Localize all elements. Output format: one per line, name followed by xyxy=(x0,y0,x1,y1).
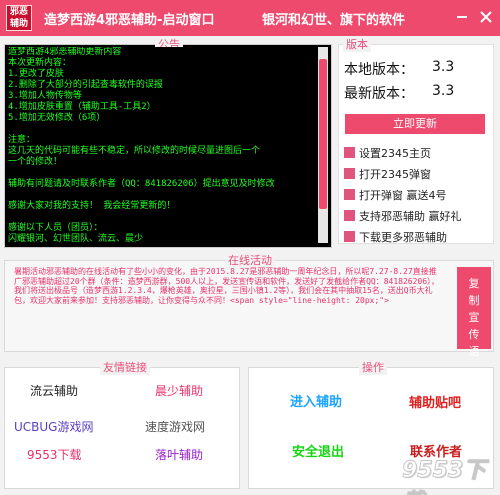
notice-line xyxy=(8,212,328,223)
copy-slogan-label: 复制宣传语 xyxy=(468,277,480,358)
copy-slogan-button[interactable]: 复制宣传语 xyxy=(457,267,491,358)
notice-line: 辅助有问题请及时联系作者（QQ：841826206）提出意见及时修改 xyxy=(8,179,275,189)
pink-square-icon xyxy=(344,210,355,221)
notice-line: 4.增加皮肤重置（辅助工具-工具2） xyxy=(8,102,156,112)
notice-line: 3.增加人物传物等 xyxy=(8,91,82,101)
link-download-more[interactable]: 下载更多邪恶辅助 xyxy=(344,229,447,245)
notice-line: 闪耀银河、幻世团队、流云、晨少 xyxy=(8,234,144,243)
notice-line xyxy=(8,190,328,201)
notice-line: 造梦西游4邪恶辅助更新内容 xyxy=(8,47,122,57)
friend-link-9553[interactable]: 9553下载 xyxy=(27,446,82,463)
local-version-label: 本地版本： xyxy=(344,62,414,78)
pink-square-icon xyxy=(344,189,355,200)
scrollbar-thumb[interactable] xyxy=(319,59,327,209)
notice-line xyxy=(8,124,328,135)
notice-line: 5.增加无效修改（6项） xyxy=(8,113,106,123)
operations-legend: 操作 xyxy=(359,359,387,375)
notice-line: 一个的修改！ xyxy=(8,157,63,167)
friend-link-luoye[interactable]: 落叶辅助 xyxy=(155,446,203,463)
friend-link-chenshao[interactable]: 晨少辅助 xyxy=(155,382,203,399)
notice-line: 感谢以下人员（团员）： xyxy=(8,223,103,233)
window-subtitle: 银河和幻世、旗下的软件 xyxy=(262,13,406,28)
pink-square-icon xyxy=(344,231,355,242)
notice-line xyxy=(8,168,328,179)
notice-line: 1.更改了皮肤 xyxy=(8,69,64,79)
notice-line: 注意： xyxy=(8,135,36,145)
pink-square-icon xyxy=(344,168,355,179)
pink-square-icon xyxy=(344,147,355,158)
friend-link-liuyun[interactable]: 流云辅助 xyxy=(30,382,78,399)
notice-line: 本次更新内容： xyxy=(8,58,72,68)
close-icon xyxy=(480,11,492,23)
assistant-forum-button[interactable]: 辅助贴吧 xyxy=(409,392,461,411)
friend-link-sudu[interactable]: 速度游戏网 xyxy=(145,418,205,435)
local-version-value: 3.3 xyxy=(432,59,455,75)
link-set-2345-home[interactable]: 设置2345主页 xyxy=(344,145,431,161)
latest-version-label: 最新版本： xyxy=(344,86,414,102)
notice-line: 2.删除了大部分的引起查毒软件的误报 xyxy=(8,80,163,90)
friend-link-ucbug[interactable]: UCBUG游戏网 xyxy=(14,418,93,435)
minimize-icon xyxy=(457,16,467,18)
friend-links-legend: 友情链接 xyxy=(100,359,150,375)
online-activity-text: 暑期活动邪恶辅助的在线活动有了些小小的变化，由于2015.8.27是邪恶辅助一周… xyxy=(14,267,440,305)
app-logo: 邪恶辅助 xyxy=(6,5,32,31)
site-watermark: 9553下载 xyxy=(402,458,486,495)
notice-line: 感谢大家对我的支持！ 我会经常更新的！ xyxy=(8,201,176,211)
title-bar: 邪恶辅助 造梦西游4邪恶辅助-启动窗口 银河和幻世、旗下的软件 xyxy=(0,0,500,36)
latest-version-value: 3.3 xyxy=(432,83,455,99)
safe-exit-button[interactable]: 安全退出 xyxy=(292,441,344,460)
minimize-button[interactable] xyxy=(452,7,472,27)
link-open-2345-popup[interactable]: 打开2345弹窗 xyxy=(344,166,431,182)
window-title: 造梦西游4邪恶辅助-启动窗口 xyxy=(44,13,215,28)
link-support-gift[interactable]: 支持邪恶辅助 赢好礼 xyxy=(344,208,462,224)
version-legend: 版本 xyxy=(343,36,371,52)
notice-text: 造梦西游4邪恶辅助更新内容 本次更新内容： 1.更改了皮肤 2.删除了大部分的引起查毒… xyxy=(8,47,328,243)
update-now-button[interactable]: 立即更新 xyxy=(345,114,485,134)
link-open-popup-gift[interactable]: 打开弹窗 赢送4号 xyxy=(344,187,447,203)
enter-assistant-button[interactable]: 进入辅助 xyxy=(290,391,342,410)
close-button[interactable] xyxy=(476,7,496,27)
notice-scrollbar[interactable] xyxy=(318,47,328,243)
notice-line: 这几天的代码可能有些不稳定，所以修改的时候尽量进图后一个 xyxy=(8,146,261,156)
